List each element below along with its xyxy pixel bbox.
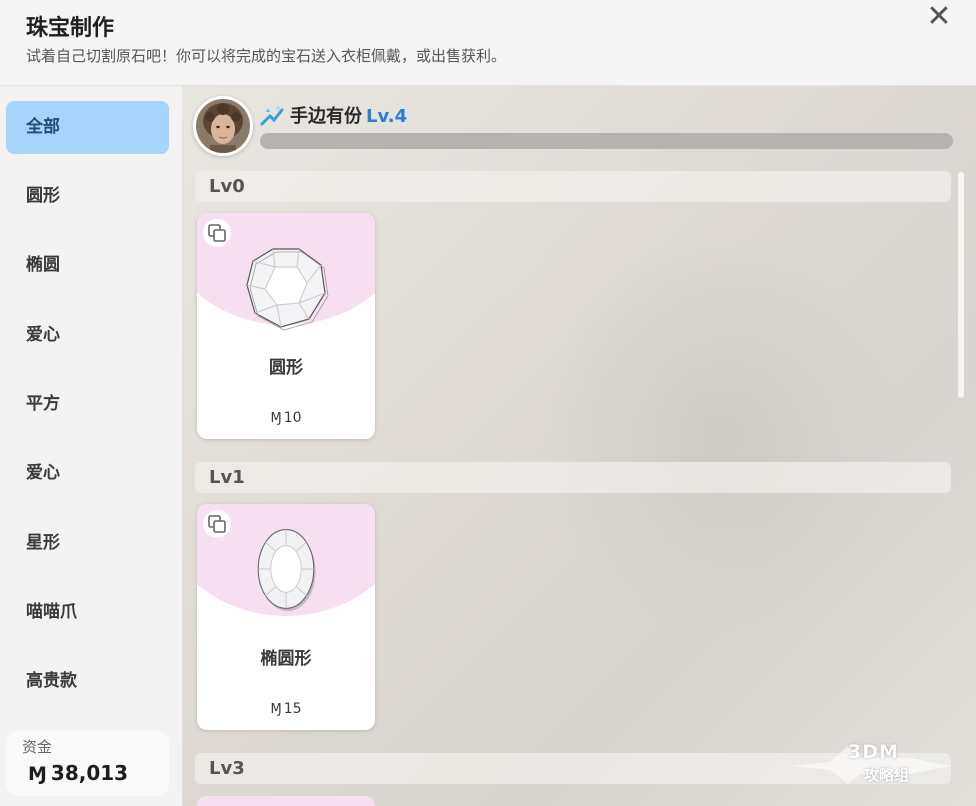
gem-name: 椭圆形 [260, 649, 312, 669]
sidebar-item-noble[interactable]: 高贵款 [6, 655, 169, 708]
currency-icon: Ɱ [270, 411, 282, 426]
currency-icon: Ɱ [28, 763, 47, 785]
sidebar-item-paw[interactable]: 喵喵爪 [6, 586, 169, 639]
sidebar-item-round[interactable]: 圆形 [6, 170, 169, 223]
funds-value: Ɱ 38,013 [28, 761, 128, 785]
main-panel: 手边有份 Lv.4 Lv0 圆形 Ɱ 10 Lv1 椭圆形 Ɱ 15 Lv3 3… [182, 86, 976, 806]
skill-progress-bar [260, 133, 953, 149]
avatar-portrait-icon [196, 99, 250, 153]
background-blur [542, 236, 902, 636]
header: 珠宝制作 试着自己切割原石吧！你可以将完成的宝石送入衣柜佩戴，或出售获利。 ✕ [0, 0, 976, 86]
page-subtitle: 试着自己切割原石吧！你可以将完成的宝石送入衣柜佩戴，或出售获利。 [26, 47, 507, 65]
copy-icon[interactable] [203, 510, 231, 538]
round-gem-icon [246, 248, 329, 331]
skill-name: 手边有份 [290, 106, 362, 127]
category-sidebar: 全部 圆形 椭圆 爱心 平方 爱心 星形 喵喵爪 高贵款 资金 Ɱ 38,013 [0, 86, 182, 806]
scrollbar[interactable] [958, 172, 964, 398]
sidebar-item-star[interactable]: 星形 [6, 517, 169, 570]
funds-label: 资金 [22, 738, 53, 756]
gem-name: 圆形 [269, 358, 303, 378]
gem-price: Ɱ 10 [197, 410, 375, 426]
section-header-lv0: Lv0 [195, 171, 951, 202]
copy-icon[interactable] [203, 219, 231, 247]
watermark-sub: 攻略组 [864, 766, 910, 784]
sidebar-item-all[interactable]: 全部 [6, 101, 169, 154]
card-background [197, 796, 375, 806]
oval-gem-icon [257, 529, 316, 612]
gem-price-value: 15 [283, 701, 302, 717]
gem-card-round[interactable]: 圆形 Ɱ 10 [197, 213, 375, 439]
funds-panel: 资金 Ɱ 38,013 [6, 731, 169, 796]
gem-card-oval[interactable]: 椭圆形 Ɱ 15 [197, 504, 375, 730]
funds-amount: 38,013 [50, 761, 129, 785]
gem-card-partial[interactable] [197, 796, 375, 806]
skill-title: 手边有份 Lv.4 [290, 102, 407, 128]
sidebar-item-heart[interactable]: 爱心 [6, 309, 169, 362]
skill-hand-icon [260, 106, 284, 126]
sidebar-item-square[interactable]: 平方 [6, 378, 169, 431]
sidebar-item-heart-2[interactable]: 爱心 [6, 447, 169, 500]
skill-level: Lv.4 [366, 106, 408, 127]
section-header-lv1: Lv1 [195, 462, 951, 493]
avatar [193, 96, 253, 156]
gem-price-value: 10 [283, 410, 302, 426]
sidebar-item-oval[interactable]: 椭圆 [6, 239, 169, 292]
page-title: 珠宝制作 [26, 16, 115, 41]
close-icon[interactable]: ✕ [922, 2, 956, 32]
gem-price: Ɱ 15 [197, 701, 375, 717]
currency-icon: Ɱ [270, 702, 282, 717]
watermark-text: 3DM [848, 741, 899, 763]
